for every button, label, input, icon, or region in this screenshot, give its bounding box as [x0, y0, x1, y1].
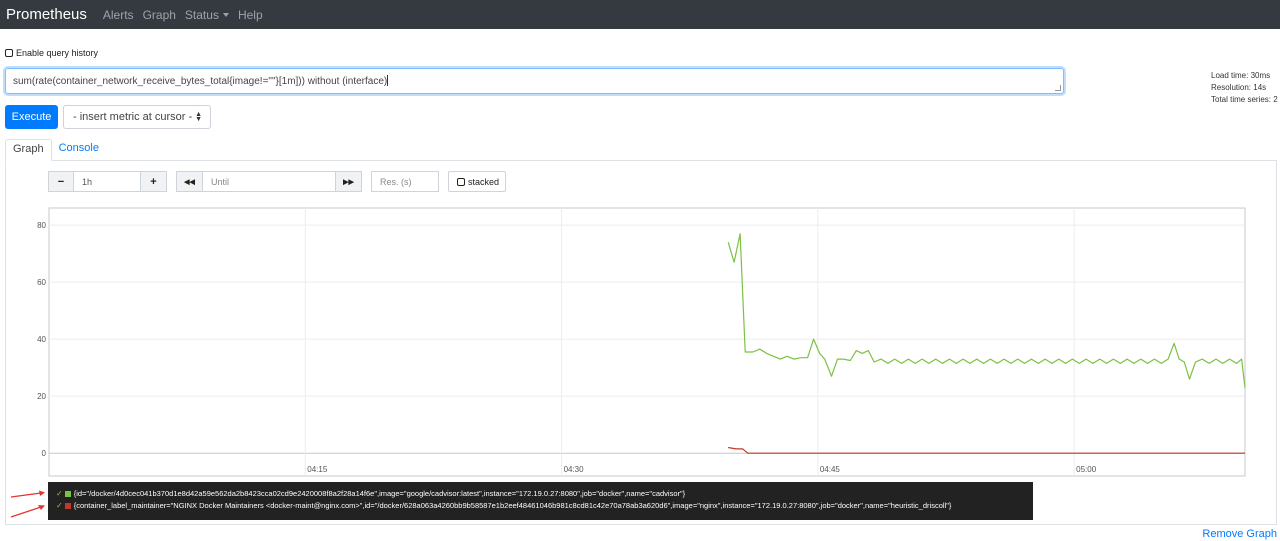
legend-item-nginx[interactable]: ✓ {container_label_maintainer="NGINX Doc… [56, 500, 1025, 512]
y-tick-label: 0 [42, 449, 47, 458]
x-tick-label: 04:15 [307, 465, 328, 474]
graph-legend: ✓ {id="/docker/4d0cec041b370d1e8d42a59e5… [48, 482, 1033, 520]
x-tick-label: 04:30 [564, 465, 585, 474]
y-tick-label: 60 [37, 278, 46, 287]
y-tick-label: 80 [37, 221, 46, 230]
y-tick-label: 40 [37, 335, 46, 344]
legend-label: {container_label_maintainer="NGINX Docke… [73, 501, 952, 510]
remove-graph-link[interactable]: Remove Graph [1202, 528, 1277, 540]
x-tick-label: 05:00 [1076, 465, 1097, 474]
chart-series [727, 233, 1246, 454]
check-icon: ✓ [56, 501, 63, 510]
series-swatch [64, 503, 71, 509]
legend-item-cadvisor[interactable]: ✓ {id="/docker/4d0cec041b370d1e8d42a59e5… [56, 488, 1025, 500]
tab-graph[interactable]: Graph [5, 139, 52, 161]
plot-frame [48, 207, 1246, 477]
legend-label: {id="/docker/4d0cec041b370d1e8d42a59e562… [73, 489, 686, 498]
y-tick-label: 20 [37, 392, 46, 401]
chart-grid [48, 207, 1246, 477]
series-swatch [64, 491, 71, 497]
chart-axes: 0 20 40 60 80 04:15 04:30 04:45 05:00 [37, 221, 1097, 474]
graph-chart[interactable]: 0 20 40 60 80 04:15 04:30 04:45 05:00 [0, 0, 1280, 541]
check-icon: ✓ [56, 489, 63, 498]
series-line-1 [728, 446, 1245, 454]
series-line-0 [727, 233, 1246, 388]
x-tick-label: 04:45 [820, 465, 841, 474]
